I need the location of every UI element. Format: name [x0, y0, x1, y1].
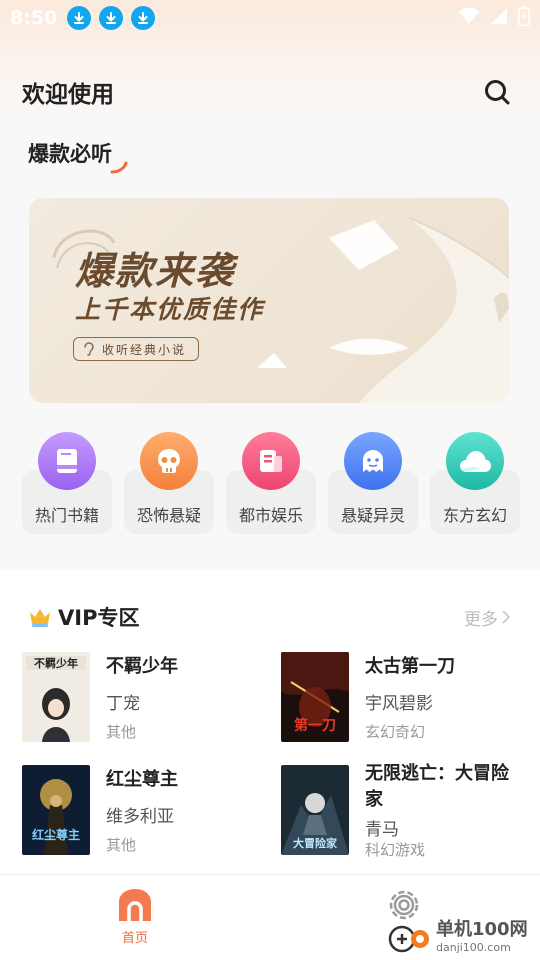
- book-author: 维多利亚: [106, 807, 174, 827]
- watermark-url: danji100.com: [436, 941, 511, 954]
- book-icon: [38, 432, 96, 490]
- book-cover: 大冒险家: [281, 765, 349, 855]
- book-item[interactable]: 红尘尊主 红尘尊主 维多利亚 其他: [22, 765, 262, 857]
- more-label: 更多: [464, 609, 498, 630]
- download-notification-icon: [67, 6, 92, 30]
- book-cover: 红尘尊主: [22, 765, 90, 855]
- category-supernatural[interactable]: 悬疑异灵: [328, 432, 418, 534]
- skull-icon: [140, 432, 198, 490]
- crown-icon: [30, 609, 50, 627]
- chevron-right-icon: [502, 610, 510, 624]
- svg-text:第一刀: 第一刀: [294, 717, 336, 734]
- category-row: 热门书籍 恐怖悬疑 都市娱乐 悬疑异灵 东方玄幻: [22, 432, 520, 534]
- title-accent-mark: [110, 161, 128, 174]
- listen-classics-button[interactable]: 收听经典小说: [73, 337, 200, 361]
- book-title: 太古第一刀: [365, 656, 455, 677]
- hot-section-title: 爆款必听: [28, 142, 112, 166]
- banner-subtitle: 上千本优质佳作: [75, 295, 265, 324]
- book-cover: 不羁少年: [22, 652, 90, 742]
- page-title: 欢迎使用: [22, 82, 114, 108]
- ear-icon: [84, 342, 94, 356]
- more-link[interactable]: 更多: [464, 605, 510, 630]
- category-eastern-fantasy[interactable]: 东方玄幻: [430, 432, 520, 534]
- category-label: 都市娱乐: [238, 506, 303, 525]
- category-label: 东方玄幻: [442, 506, 507, 525]
- category-label: 热门书籍: [34, 506, 99, 525]
- app-header: 欢迎使用: [22, 72, 512, 112]
- promo-banner[interactable]: 爆款来袭 上千本优质佳作 收听经典小说: [29, 198, 509, 403]
- book-genre: 科幻游戏: [365, 841, 426, 859]
- banner-button-label: 收听经典小说: [102, 342, 187, 357]
- book-author: 宇风碧影: [365, 694, 433, 714]
- wifi-icon: [458, 7, 480, 29]
- svg-text:大冒险家: 大冒险家: [293, 836, 338, 850]
- book-author: 青马: [365, 820, 399, 840]
- search-icon: [485, 80, 510, 105]
- book-genre: 玄幻奇幻: [365, 723, 426, 741]
- book-author: 丁宠: [106, 694, 140, 714]
- status-bar: 8:50: [0, 0, 540, 36]
- watermark-logo-icon: [388, 925, 429, 953]
- battery-icon: [518, 6, 530, 30]
- home-icon: [119, 889, 151, 921]
- book-item[interactable]: 大冒险家 无限逃亡：大冒险家 青马 科幻游戏: [281, 763, 521, 859]
- category-hot-books[interactable]: 热门书籍: [22, 432, 112, 534]
- category-label: 恐怖悬疑: [136, 506, 201, 525]
- watermark-name: 单机100网: [436, 919, 528, 940]
- vip-section-title: VIP专区: [58, 606, 140, 630]
- search-button[interactable]: [482, 77, 512, 107]
- download-notification-icon: [99, 6, 124, 30]
- download-notification-icon: [131, 6, 156, 30]
- book-title: 不羁少年: [106, 656, 178, 677]
- site-watermark: 单机100网 danji100.com: [388, 914, 540, 960]
- newspaper-icon: [242, 432, 300, 490]
- book-genre: 其他: [106, 836, 137, 854]
- category-label: 悬疑异灵: [340, 506, 405, 525]
- signal-icon: [490, 7, 508, 29]
- book-title: 红尘尊主: [106, 769, 178, 790]
- book-title: 无限逃亡：大冒险家: [365, 763, 509, 810]
- nav-home-label: 首页: [121, 931, 148, 946]
- nav-home-tab[interactable]: 首页: [110, 887, 160, 946]
- category-urban-entertainment[interactable]: 都市娱乐: [226, 432, 316, 534]
- vip-section: VIP专区 更多 不羁少年 不羁少年 丁宠 其他 第一刀 太古第一刀 宇风碧影 …: [0, 574, 540, 874]
- cloud-icon: [446, 432, 504, 490]
- svg-text:红尘尊主: 红尘尊主: [32, 827, 80, 842]
- book-genre: 其他: [106, 723, 137, 741]
- banner-title: 爆款来袭: [75, 249, 236, 293]
- vip-header: VIP专区 更多: [28, 602, 510, 632]
- book-item[interactable]: 不羁少年 不羁少年 丁宠 其他: [22, 652, 262, 744]
- status-time: 8:50: [10, 7, 58, 29]
- book-cover: 第一刀: [281, 652, 349, 742]
- book-item[interactable]: 第一刀 太古第一刀 宇风碧影 玄幻奇幻: [281, 652, 521, 744]
- svg-text:不羁少年: 不羁少年: [34, 656, 78, 670]
- category-horror-mystery[interactable]: 恐怖悬疑: [124, 432, 214, 534]
- ghost-icon: [344, 432, 402, 490]
